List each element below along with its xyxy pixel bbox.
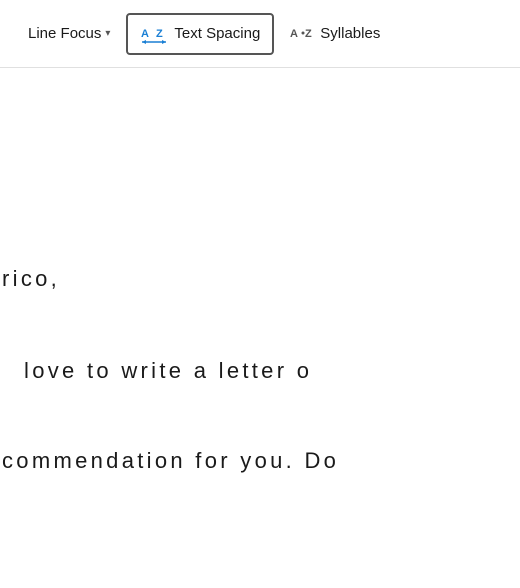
- chevron-down-icon: ▾: [105, 28, 110, 39]
- svg-text:A: A: [141, 28, 149, 40]
- syllables-label: Syllables: [320, 25, 380, 42]
- syllables-icon: A Z: [290, 23, 314, 45]
- text-spacing-label: Text Spacing: [174, 25, 260, 42]
- line-focus-button[interactable]: Line Focus ▾: [16, 17, 122, 50]
- syllables-button[interactable]: A Z Syllables: [278, 15, 392, 53]
- text-line-3: commendation for you. Do: [0, 450, 520, 472]
- svg-text:A: A: [290, 28, 298, 40]
- text-spacing-icon: A Z: [140, 23, 168, 45]
- content-area: rico, love to write a letter o commendat…: [0, 68, 520, 588]
- svg-text:Z: Z: [305, 28, 312, 40]
- text-line-1: rico,: [0, 268, 520, 290]
- toolbar: Line Focus ▾ A Z Text Spacing A Z: [0, 0, 520, 68]
- line-focus-label: Line Focus: [28, 25, 101, 42]
- svg-text:Z: Z: [156, 28, 163, 40]
- text-spacing-button[interactable]: A Z Text Spacing: [126, 13, 274, 55]
- text-line-2: love to write a letter o: [0, 360, 520, 382]
